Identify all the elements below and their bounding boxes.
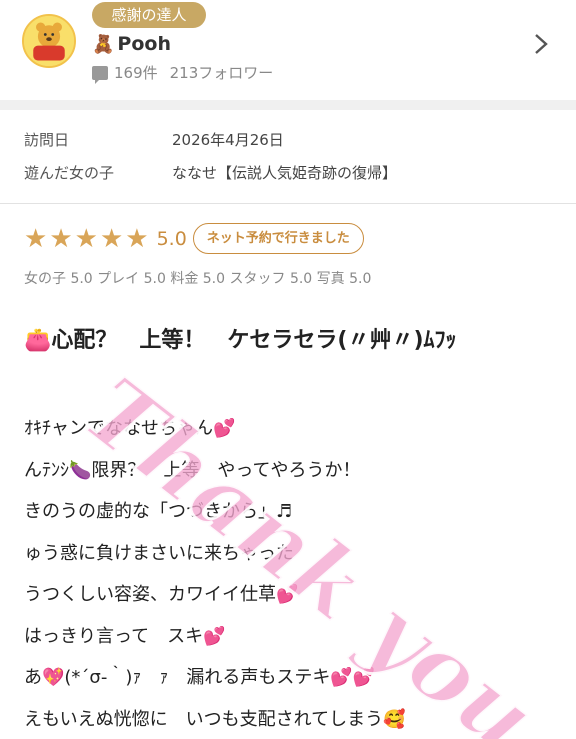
review-line: んﾃﾝｼ🍆限界？ 上等 やってやろうか！ bbox=[24, 460, 361, 481]
review-line: ｵｷﾁャンでななせちゃん💕 bbox=[24, 418, 236, 439]
review-title: 👛心配？ 上等！ ケセラセラ(〃艸〃)ﾑﾌｯ bbox=[24, 328, 457, 353]
follower-count: 213フォロワー bbox=[169, 64, 274, 82]
star-icon: ★ bbox=[125, 223, 149, 254]
review-line: はっきり言って スキ💕 bbox=[24, 626, 226, 647]
visit-date-label: 訪問日 bbox=[24, 131, 70, 149]
review-line: えもいえぬ恍惚に いつも支配されてしまう🥰 bbox=[24, 709, 406, 730]
username[interactable]: 🧸 Pooh bbox=[92, 33, 171, 55]
bear-icon: 🧸 bbox=[92, 33, 115, 55]
review-line: きのうの虚的な「つづきから」♬ bbox=[24, 501, 293, 522]
thanks-master-badge: 感謝の達人 bbox=[92, 2, 206, 28]
rating-score: 5.0 bbox=[156, 227, 187, 250]
username-text: Pooh bbox=[117, 33, 171, 55]
comment-icon bbox=[92, 65, 108, 84]
chevron-right-icon[interactable] bbox=[532, 33, 550, 55]
pooh-avatar-image bbox=[24, 16, 74, 66]
user-stats: 169件 213フォロワー bbox=[92, 62, 274, 84]
girl-label: 遊んだ女の子 bbox=[24, 164, 115, 182]
star-icon: ★ bbox=[49, 223, 73, 254]
post-count: 169件 bbox=[114, 64, 158, 82]
rating-row: ★ ★ ★ ★ ★ 5.0 ネット予約で行きました bbox=[24, 223, 364, 254]
review-line: うつくしい容姿、カワイイ仕草💕 bbox=[24, 584, 299, 605]
rating-breakdown: 女の子 5.0 プレイ 5.0 料金 5.0 スタッフ 5.0 写真 5.0 bbox=[24, 271, 372, 287]
star-icon: ★ bbox=[74, 223, 98, 254]
review-line: あ💖(*´σ-｀)ｧ ｧ 漏れる声もステキ💕💕 bbox=[24, 667, 376, 688]
star-icon: ★ bbox=[99, 223, 124, 254]
avatar[interactable] bbox=[22, 14, 76, 68]
visit-date-value: 2026年4月26日 bbox=[172, 131, 284, 149]
section-divider bbox=[0, 100, 576, 110]
net-reservation-badge: ネット予約で行きました bbox=[192, 223, 364, 254]
review-line: ゅう惑に負けまさいに来ちゃった bbox=[24, 543, 294, 564]
reviewer-header[interactable]: 感謝の達人 🧸 Pooh 169件 213フォロワー bbox=[0, 0, 576, 100]
girl-value[interactable]: ななせ【伝説人気姫奇跡の復帰】 bbox=[172, 162, 397, 183]
star-icon: ★ bbox=[24, 223, 48, 254]
info-separator bbox=[0, 203, 576, 204]
